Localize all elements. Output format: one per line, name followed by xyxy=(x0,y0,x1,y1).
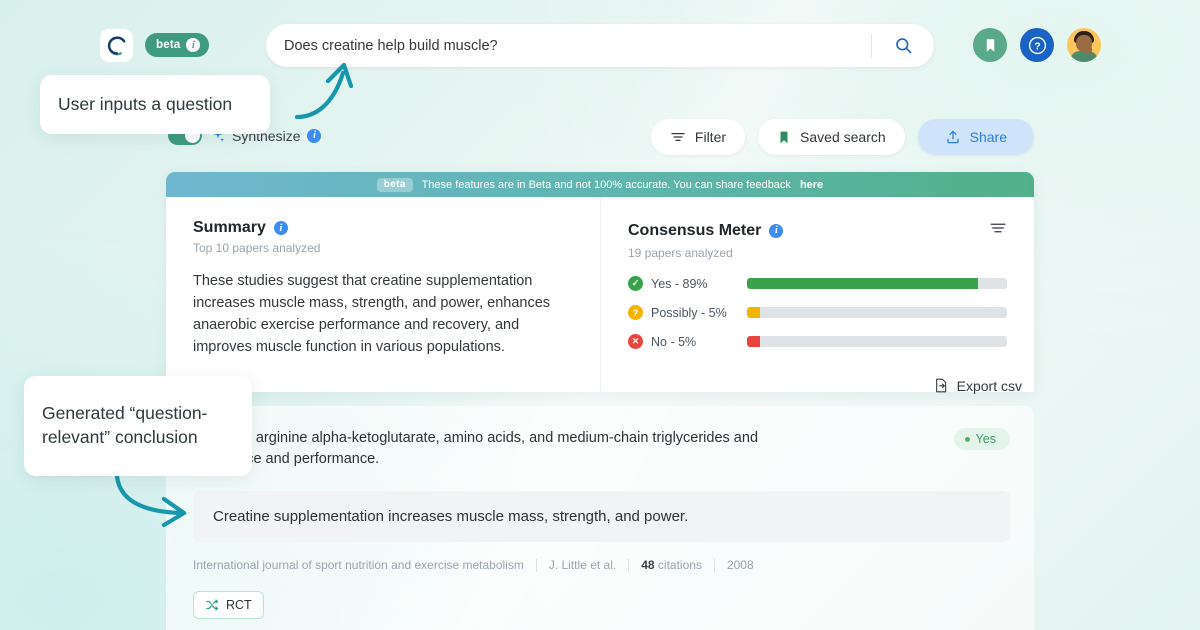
svg-text:?: ? xyxy=(1034,41,1040,52)
citation-count: 48 xyxy=(641,558,654,572)
share-label: Share xyxy=(970,129,1007,145)
meta-divider xyxy=(628,559,629,572)
saved-search-label: Saved search xyxy=(800,129,886,145)
feedback-link[interactable]: here xyxy=(800,179,823,191)
help-button[interactable]: ? xyxy=(1020,28,1054,62)
beta-label: beta xyxy=(156,39,180,51)
check-circle-icon: ✓ xyxy=(628,276,643,291)
avatar[interactable] xyxy=(1067,28,1101,62)
authors: J. Little et al. xyxy=(549,558,616,572)
result-title[interactable]: Creatine, arginine alpha-ketoglutarate, … xyxy=(193,428,793,469)
action-toolbar: Filter Saved search Share xyxy=(651,119,1034,155)
consensus-row: ? Possibly - 5% xyxy=(628,305,1007,320)
result-conclusion: Creatine supplementation increases muscl… xyxy=(193,491,1010,542)
summary-title: Summary xyxy=(193,219,266,237)
info-icon[interactable]: i xyxy=(186,38,200,52)
summary-header: Summary i xyxy=(193,219,576,237)
study-type-label: RCT xyxy=(226,598,252,612)
results-section: Export csv Creatine, arginine alpha-keto… xyxy=(166,367,1034,630)
export-csv-label: Export csv xyxy=(957,378,1022,394)
journal-name: International journal of sport nutrition… xyxy=(193,558,524,572)
summary-section: Summary i Top 10 papers analyzed These s… xyxy=(166,197,600,392)
status-badge-label: Yes xyxy=(976,432,996,446)
consensus-bar-track xyxy=(747,336,1007,347)
meta-divider xyxy=(536,559,537,572)
callout-user-input: User inputs a question xyxy=(40,75,270,134)
consensus-filter-button[interactable] xyxy=(989,219,1007,242)
question-circle-icon: ? xyxy=(628,305,643,320)
consensus-header: Consensus Meter i xyxy=(628,219,1007,242)
callout-conclusion: Generated “question-relevant” conclusion xyxy=(24,376,252,476)
filter-icon xyxy=(989,219,1007,237)
summary-body: These studies suggest that creatine supp… xyxy=(193,270,576,358)
consensus-bar-fill xyxy=(747,336,760,347)
meta-divider xyxy=(714,559,715,572)
question-mark-icon: ? xyxy=(1028,36,1047,55)
share-upload-icon xyxy=(945,129,961,145)
panel-body: Summary i Top 10 papers analyzed These s… xyxy=(166,197,1034,392)
search-bar[interactable] xyxy=(266,24,934,67)
consensus-subtitle: 19 papers analyzed xyxy=(628,246,1007,260)
callout-text: User inputs a question xyxy=(58,93,232,117)
callout-text: Generated “question-relevant” conclusion xyxy=(42,402,234,449)
info-icon[interactable]: i xyxy=(307,129,321,143)
result-card[interactable]: Creatine, arginine alpha-ketoglutarate, … xyxy=(166,406,1034,630)
beta-banner-message: These features are in Beta and not 100% … xyxy=(422,179,791,191)
consensus-bars: ✓ Yes - 89%? Possibly - 5% ✕ No - 5% xyxy=(628,276,1007,349)
consensus-row-label: Possibly - 5% xyxy=(651,306,747,320)
bookmark-icon xyxy=(983,38,998,53)
filter-icon xyxy=(670,129,686,145)
consensus-bar-track xyxy=(747,307,1007,318)
search-input[interactable] xyxy=(266,38,871,54)
status-dot-icon xyxy=(965,437,970,442)
export-file-icon xyxy=(933,377,949,394)
citation-label: citations xyxy=(658,558,702,572)
info-icon[interactable]: i xyxy=(769,224,783,238)
search-icon xyxy=(894,36,913,55)
consensus-row-label: No - 5% xyxy=(651,335,747,349)
filter-button[interactable]: Filter xyxy=(651,119,745,155)
export-csv-button[interactable]: Export csv xyxy=(933,377,1022,394)
export-row: Export csv xyxy=(166,367,1034,406)
beta-badge[interactable]: beta i xyxy=(145,33,209,57)
publication-year: 2008 xyxy=(727,558,754,572)
consensus-row-label: Yes - 89% xyxy=(651,277,747,291)
consensus-bar-fill xyxy=(747,278,978,289)
consensus-row: ✕ No - 5% xyxy=(628,334,1007,349)
shuffle-icon xyxy=(205,598,219,612)
info-icon[interactable]: i xyxy=(274,221,288,235)
result-title-row: Creatine, arginine alpha-ketoglutarate, … xyxy=(193,428,1010,469)
user-avatar-icon xyxy=(1067,28,1101,62)
bookmark-icon xyxy=(777,130,791,145)
result-metadata: International journal of sport nutrition… xyxy=(193,558,1010,572)
search-button[interactable] xyxy=(872,24,934,67)
filter-label: Filter xyxy=(695,129,726,145)
consensus-title: Consensus Meter xyxy=(628,222,761,240)
logo-c-icon xyxy=(106,35,128,57)
bookmark-button[interactable] xyxy=(973,28,1007,62)
consensus-row: ✓ Yes - 89% xyxy=(628,276,1007,291)
study-type-badge[interactable]: RCT xyxy=(193,591,264,619)
consensus-bar-track xyxy=(747,278,1007,289)
summary-subtitle: Top 10 papers analyzed xyxy=(193,241,576,255)
consensus-bar-fill xyxy=(747,307,760,318)
beta-banner: beta These features are in Beta and not … xyxy=(166,172,1034,197)
consensus-meter-section: Consensus Meter i 19 papers analyzed ✓ Ye… xyxy=(600,197,1034,392)
status-badge[interactable]: Yes xyxy=(954,428,1010,450)
share-button[interactable]: Share xyxy=(918,119,1034,155)
x-circle-icon: ✕ xyxy=(628,334,643,349)
beta-banner-tag: beta xyxy=(377,178,413,192)
consensus-logo[interactable] xyxy=(100,29,133,62)
insights-panel: beta These features are in Beta and not … xyxy=(166,172,1034,392)
saved-search-button[interactable]: Saved search xyxy=(758,119,905,155)
